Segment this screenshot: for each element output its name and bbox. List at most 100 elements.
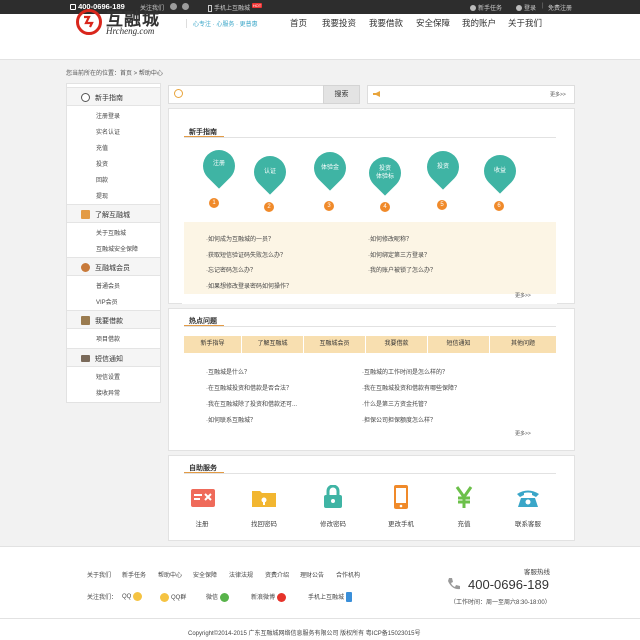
sidebar-section-label: 互融城会员	[95, 265, 130, 272]
faq-link[interactable]: ·互融城是什么？	[206, 367, 250, 376]
faq-link[interactable]: ·获取短信验证码失败怎么办？	[206, 250, 286, 259]
sidebar-item-sms-settings[interactable]: 短信设置	[96, 372, 120, 381]
qq-icon[interactable]	[182, 3, 191, 10]
step-number: 2	[264, 202, 274, 212]
tab-borrow[interactable]: 我要借款	[366, 336, 428, 353]
sidebar-item-normal-member[interactable]: 普通会员	[96, 281, 120, 290]
nav-home[interactable]: 首页	[290, 17, 307, 29]
sidebar-section-label: 了解互融城	[95, 212, 130, 219]
footer-wechat[interactable]: 微信	[206, 592, 230, 602]
faq-link[interactable]: ·如何修改昵称？	[368, 234, 412, 243]
faq-link[interactable]: ·忘记密码怎么办？	[206, 265, 256, 274]
footer-mobile[interactable]: 手机上互融城	[308, 592, 353, 603]
sidebar-section-borrow[interactable]: 我要借款	[67, 310, 160, 329]
nav-invest[interactable]: 我要投资	[322, 17, 356, 29]
sidebar: 新手指南 注册登录 实名认证 充值 投资 回款 提现 了解互融城 关于互融城 互…	[66, 83, 161, 403]
service-change-password-label[interactable]: 修改密码	[303, 518, 363, 528]
search-input[interactable]	[188, 87, 322, 102]
document-icon	[81, 210, 90, 219]
sidebar-item-withdraw[interactable]: 提现	[96, 191, 108, 200]
footer-weibo[interactable]: 新浪微博	[251, 592, 287, 602]
top-divider: |	[542, 3, 544, 9]
step-label: 认证	[263, 169, 276, 175]
sidebar-item-payback[interactable]: 回款	[96, 175, 108, 184]
faq-link[interactable]: ·如何联系互融城？	[206, 415, 256, 424]
faq-link[interactable]: ·担保公司担保额度怎么样？	[362, 415, 436, 424]
faq-link[interactable]: ·在互融城投资和借款是否合法？	[206, 383, 292, 392]
hotline-number: 400-0696-189	[468, 577, 549, 592]
weibo-icon	[277, 592, 287, 602]
tab-member[interactable]: 互融城会员	[304, 336, 366, 353]
mobile-link[interactable]: 手机上互融城 HOT	[208, 3, 263, 12]
sidebar-item-sms-error[interactable]: 接收异常	[96, 388, 120, 397]
sidebar-item-project-loan[interactable]: 项目借款	[96, 334, 120, 343]
yen-icon[interactable]	[454, 485, 474, 509]
service-retrieve-password-label[interactable]: 找回密码	[234, 518, 294, 528]
faq-link[interactable]: ·我的账户被锁了怎么办？	[368, 265, 436, 274]
tab-sms[interactable]: 短信通知	[428, 336, 490, 353]
sidebar-item-verify[interactable]: 实名认证	[96, 127, 120, 136]
search-button[interactable]: 搜索	[323, 85, 360, 104]
footer-link-notice[interactable]: 理财公告	[300, 570, 324, 579]
wechat-icon	[220, 592, 230, 602]
wechat-icon[interactable]	[170, 3, 179, 10]
tab-guide[interactable]: 新手指导	[184, 336, 242, 353]
search-icon	[174, 89, 183, 98]
logo-glyph	[84, 15, 94, 28]
footer-link-about[interactable]: 关于我们	[87, 570, 111, 579]
sidebar-section-sms[interactable]: 短信通知	[67, 348, 160, 367]
lock-icon[interactable]	[322, 485, 344, 509]
footer-social-label: 关注我们：	[87, 595, 118, 601]
service-recharge-label[interactable]: 充值	[434, 518, 494, 528]
nav-about[interactable]: 关于我们	[508, 17, 542, 29]
service-register-label[interactable]: 注册	[172, 518, 232, 528]
faq-link[interactable]: ·我在互融城除了投资和借款还可...	[206, 399, 297, 408]
hot-more-link[interactable]: 更多>>	[515, 430, 531, 437]
sidebar-item-about-us[interactable]: 关于互融城	[96, 228, 126, 237]
telephone-icon[interactable]	[515, 487, 541, 509]
footer-link-fees[interactable]: 资费介绍	[265, 570, 289, 579]
sidebar-item-vip-member[interactable]: VIP会员	[96, 297, 118, 306]
login-link[interactable]: 登录	[516, 3, 536, 12]
logo-mark-icon[interactable]	[76, 9, 102, 35]
step-label: 投资	[436, 164, 449, 170]
sidebar-item-register[interactable]: 注册登录	[96, 111, 120, 120]
hotline-label: 客服热线	[524, 569, 550, 576]
nav-account[interactable]: 我的账户	[462, 17, 496, 29]
sidebar-section-label: 我要借款	[95, 318, 123, 325]
footer-qq[interactable]: QQ	[122, 592, 143, 601]
service-contact-label[interactable]: 联系客服	[498, 518, 558, 528]
nav-security[interactable]: 安全保障	[416, 17, 450, 29]
faq-link[interactable]: ·如何绑定第三方登录？	[368, 250, 430, 259]
footer-link-security[interactable]: 安全保障	[193, 570, 217, 579]
footer-link-partners[interactable]: 合作机构	[336, 570, 360, 579]
folder-key-icon[interactable]	[251, 487, 277, 509]
footer-link-task[interactable]: 新手任务	[122, 570, 146, 579]
faq-link[interactable]: ·如果想修改登录密码如何操作？	[206, 281, 292, 290]
nav-borrow[interactable]: 我要借款	[369, 17, 403, 29]
service-change-mobile-label[interactable]: 更改手机	[371, 518, 431, 528]
sidebar-item-recharge[interactable]: 充值	[96, 143, 108, 152]
faq-link[interactable]: ·我在互融城投资和借款有哪些保障？	[362, 383, 460, 392]
sidebar-item-safety[interactable]: 互融城安全保障	[96, 244, 138, 253]
faq-link[interactable]: ·互融城的工作时间是怎么样的？	[362, 367, 448, 376]
sidebar-section-member[interactable]: 互融城会员	[67, 257, 160, 276]
tab-about[interactable]: 了解互融城	[242, 336, 304, 353]
register-card-icon[interactable]	[190, 487, 216, 509]
task-link[interactable]: 新手任务	[470, 3, 502, 12]
guide-more-link[interactable]: 更多>>	[515, 292, 531, 299]
faq-link[interactable]: ·如何成为互融城的一员？	[206, 234, 274, 243]
footer-link-law[interactable]: 法律法规	[229, 570, 253, 579]
sidebar-section-guide[interactable]: 新手指南	[67, 87, 160, 106]
footer-qq-group[interactable]: QQ群	[160, 592, 186, 602]
mobile-phone-icon[interactable]	[393, 484, 409, 510]
faq-link[interactable]: ·什么是第三方资金托管？	[362, 399, 430, 408]
sidebar-section-about[interactable]: 了解互融城	[67, 204, 160, 223]
register-link[interactable]: 免费注册	[548, 3, 572, 12]
notice-more-link[interactable]: 更多>>	[550, 91, 566, 98]
footer-link-help[interactable]: 帮助中心	[158, 570, 182, 579]
tab-other[interactable]: 其他问题	[490, 336, 556, 353]
sidebar-item-invest[interactable]: 投资	[96, 159, 108, 168]
hot-badge: HOT	[251, 3, 263, 8]
hot-panel	[168, 308, 575, 451]
